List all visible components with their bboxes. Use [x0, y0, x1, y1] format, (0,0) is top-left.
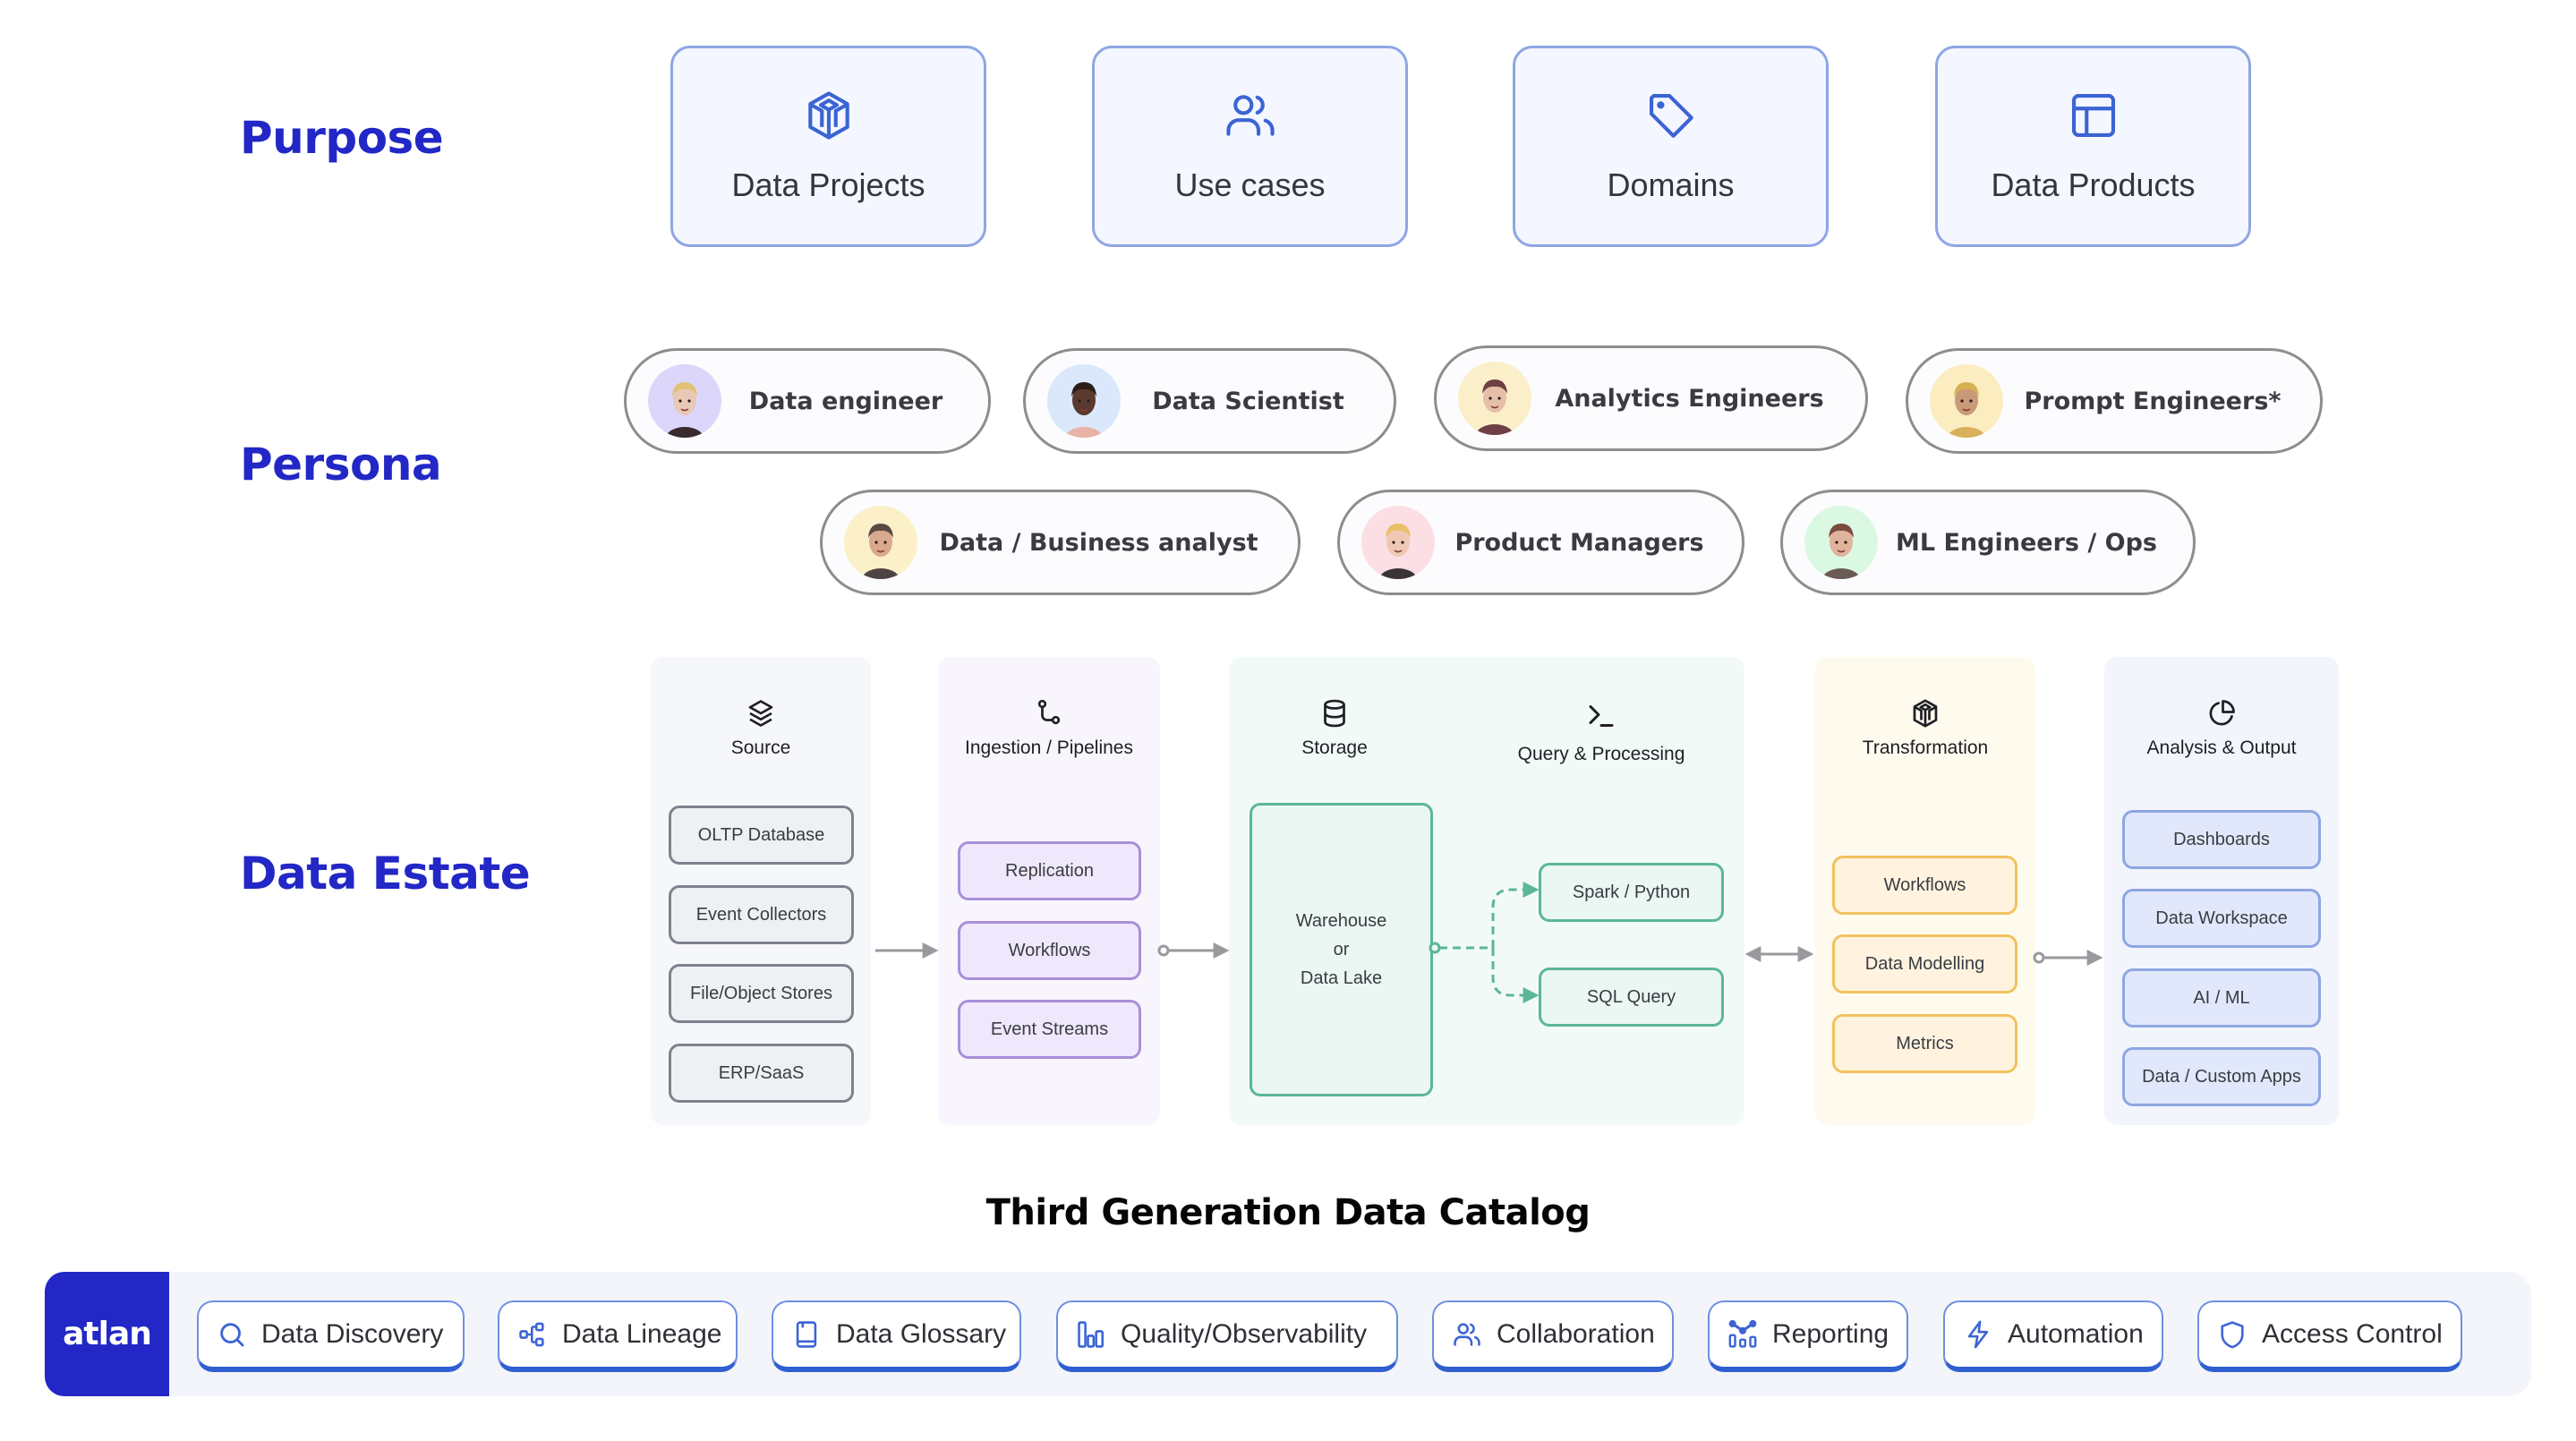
feature-data-glossary[interactable]: Data Glossary — [772, 1300, 1021, 1372]
book-icon — [791, 1319, 822, 1350]
feature-label: Collaboration — [1497, 1319, 1655, 1349]
arrow-ingestion-to-storage — [1157, 942, 1230, 959]
feature-label: Reporting — [1772, 1319, 1889, 1349]
lightning-icon — [1963, 1319, 1993, 1350]
feature-label: Access Control — [2262, 1319, 2443, 1349]
search-icon — [217, 1319, 247, 1350]
feature-automation[interactable]: Automation — [1943, 1300, 2163, 1372]
feature-collaboration[interactable]: Collaboration — [1432, 1300, 1674, 1372]
feature-label: Data Glossary — [836, 1319, 1007, 1349]
feature-label: Quality/Observability — [1121, 1319, 1368, 1349]
shield-icon — [2217, 1319, 2248, 1350]
feature-data-discovery[interactable]: Data Discovery — [197, 1300, 465, 1372]
feature-access-control[interactable]: Access Control — [2197, 1300, 2462, 1372]
feature-label: Data Lineage — [562, 1319, 722, 1349]
atlan-logo[interactable]: atlan — [45, 1272, 169, 1396]
feature-data-lineage[interactable]: Data Lineage — [498, 1300, 738, 1372]
feature-reporting[interactable]: Reporting — [1708, 1300, 1908, 1372]
users-icon — [1452, 1319, 1482, 1350]
reporting-icon — [1727, 1319, 1758, 1350]
feature-quality-observability[interactable]: Quality/Observability — [1056, 1300, 1398, 1372]
feature-label: Automation — [2008, 1319, 2144, 1349]
bar-chart-icon — [1076, 1319, 1106, 1350]
lineage-icon — [517, 1319, 548, 1350]
catalog-title: Third Generation Data Catalog — [985, 1192, 1591, 1233]
arrow-transformation-to-analysis — [2033, 950, 2103, 966]
arrow-storage-to-query — [1429, 882, 1540, 1003]
feature-label: Data Discovery — [261, 1319, 444, 1349]
